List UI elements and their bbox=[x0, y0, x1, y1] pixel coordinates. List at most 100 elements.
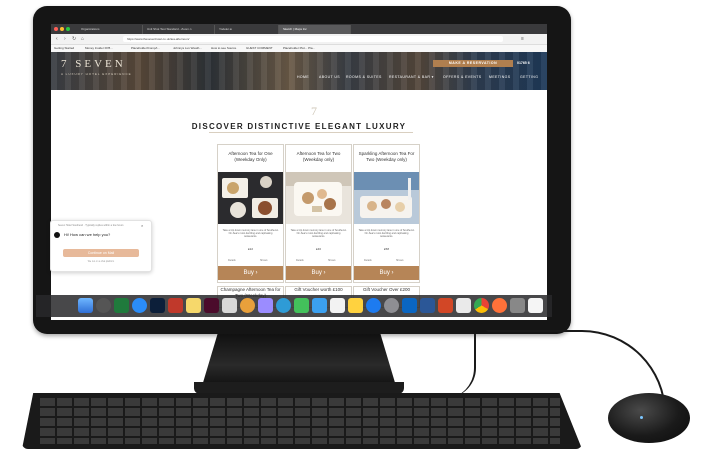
photoshop-icon[interactable] bbox=[150, 298, 165, 313]
card-description: Take a trip down memory lane in one of S… bbox=[290, 229, 347, 239]
menu-icon[interactable]: ≡ bbox=[521, 36, 524, 42]
nav-item-home[interactable]: HOME bbox=[297, 75, 309, 79]
browser-tab[interactable]: Unit Shot Test Standard - Zoom.n bbox=[143, 25, 215, 34]
word-icon[interactable] bbox=[420, 298, 435, 313]
home-icon[interactable]: ⌂ bbox=[81, 36, 84, 42]
buy-button[interactable]: Buy › bbox=[286, 266, 351, 280]
site-logo[interactable]: 7 SEVEN bbox=[61, 58, 126, 70]
make-reservation-button[interactable]: MAKE A RESERVATION bbox=[433, 60, 513, 67]
address-bar: ‹ › ↻ ⌂ https://www.thesevenhotel.co.uk/… bbox=[51, 34, 547, 45]
screen: Organizations Unit Shot Test Standard - … bbox=[51, 24, 547, 320]
keyboard-keys bbox=[40, 398, 560, 444]
product-card: Afternoon Tea for One (Weekday Only) Tak… bbox=[217, 144, 284, 283]
preview-icon[interactable] bbox=[258, 298, 273, 313]
card-description: Take a trip down memory lane in one of S… bbox=[222, 229, 279, 239]
seven-emblem-icon: 7 bbox=[311, 104, 317, 118]
messages-icon[interactable] bbox=[294, 298, 309, 313]
buy-button[interactable]: Buy › bbox=[354, 266, 419, 280]
notes-icon[interactable] bbox=[186, 298, 201, 313]
card-title: Afternoon Tea for One (Weekday Only) bbox=[228, 151, 273, 162]
details-link[interactable]: Details bbox=[296, 259, 304, 262]
card-price: £46 bbox=[315, 247, 321, 251]
card-price: £58 bbox=[383, 247, 389, 251]
photos-icon[interactable] bbox=[240, 298, 255, 313]
product-card: Sparkling Afternoon Tea For Two (Weekday… bbox=[353, 144, 420, 283]
outlook-icon[interactable] bbox=[402, 298, 417, 313]
bookmark-item[interactable]: Placeholder/Comp/t... bbox=[131, 46, 160, 51]
section-title: DISCOVER DISTINCTIVE ELEGANT LUXURY bbox=[191, 122, 407, 131]
help-icon[interactable] bbox=[510, 298, 525, 313]
close-icon[interactable]: × bbox=[141, 223, 143, 228]
textedit-icon[interactable] bbox=[330, 298, 345, 313]
facetime-icon[interactable] bbox=[312, 298, 327, 313]
avatar bbox=[54, 232, 60, 238]
browser-tab-active[interactable]: Sketch | Maps Inc bbox=[279, 25, 351, 34]
forward-icon[interactable]: › bbox=[64, 36, 66, 42]
stickies-icon[interactable] bbox=[348, 298, 363, 313]
finder-icon[interactable] bbox=[78, 298, 93, 313]
browser-tab[interactable]: Yodeler.io bbox=[215, 25, 279, 34]
bookmark-item[interactable]: GUEST COMMENT bbox=[246, 46, 273, 51]
monitor-cable bbox=[438, 334, 476, 398]
details-link[interactable]: Details bbox=[228, 259, 236, 262]
nav-item-meetings[interactable]: MEETINGS bbox=[489, 75, 510, 79]
mouse-sensor-light bbox=[640, 416, 643, 419]
bookmark-item[interactable]: Getting Started bbox=[54, 46, 74, 51]
app-store-icon[interactable] bbox=[366, 298, 381, 313]
nav-item-rooms[interactable]: ROOMS & SUITES bbox=[346, 75, 382, 79]
shows-link[interactable]: Shows bbox=[328, 259, 336, 262]
excel-icon[interactable] bbox=[114, 298, 129, 313]
card-image[interactable] bbox=[354, 172, 419, 224]
firefox-icon[interactable] bbox=[492, 298, 507, 313]
chrome-icon[interactable] bbox=[474, 298, 489, 313]
monitor-stand bbox=[202, 334, 396, 386]
card-description: Take a trip down memory lane in one of S… bbox=[358, 229, 415, 239]
skype-icon[interactable] bbox=[276, 298, 291, 313]
browser-tab-bar: Organizations Unit Shot Test Standard - … bbox=[51, 24, 547, 34]
dock bbox=[36, 295, 552, 317]
bookmark-item[interactable]: How to see Source bbox=[211, 46, 236, 51]
documents-icon[interactable] bbox=[528, 298, 543, 313]
calendar-icon[interactable] bbox=[222, 298, 237, 313]
browser-tab[interactable]: Organizations bbox=[77, 25, 143, 34]
safari-icon[interactable] bbox=[132, 298, 147, 313]
launchpad-icon[interactable] bbox=[96, 298, 111, 313]
title-divider bbox=[209, 132, 413, 133]
nav-item-restaurant[interactable]: RESTAURANT & BAR ▾ bbox=[389, 75, 434, 79]
details-link[interactable]: Details bbox=[364, 259, 372, 262]
card-image[interactable] bbox=[218, 172, 283, 224]
card-title: Sparkling Afternoon Tea For Two (Weekday… bbox=[358, 151, 415, 162]
close-window-icon[interactable] bbox=[54, 27, 58, 31]
back-icon[interactable]: ‹ bbox=[56, 36, 58, 42]
settings-icon[interactable] bbox=[384, 298, 399, 313]
phone-number[interactable]: 01765 6 bbox=[517, 60, 547, 67]
chat-message: Hi! How can we help you? bbox=[64, 232, 111, 237]
site-tagline: A LUXURY HOTEL EXPERIENCE bbox=[61, 72, 132, 76]
nav-item-offers[interactable]: OFFERS & EVENTS bbox=[443, 75, 481, 79]
chat-widget: Seven Hotel Southend · Typically replies… bbox=[50, 220, 152, 272]
buy-button[interactable]: Buy › bbox=[218, 266, 283, 280]
product-card: Afternoon Tea for Two (Weekday only) Tak… bbox=[285, 144, 352, 283]
shows-link[interactable]: Shows bbox=[260, 259, 268, 262]
nav-item-getting[interactable]: GETTING bbox=[520, 75, 538, 79]
indesign-icon[interactable] bbox=[204, 298, 219, 313]
shows-link[interactable]: Shows bbox=[396, 259, 404, 262]
bookmark-item[interactable]: Placeholder Plot... Pla... bbox=[283, 46, 315, 51]
keynote-icon[interactable] bbox=[456, 298, 471, 313]
bookmark-item[interactable]: Money Insider FP8... bbox=[85, 46, 113, 51]
continue-chat-button[interactable]: Continue on Mail bbox=[63, 249, 139, 257]
card-price: £22 bbox=[247, 247, 253, 251]
reload-icon[interactable]: ↻ bbox=[72, 36, 76, 42]
nav-item-about[interactable]: ABOUT US bbox=[319, 75, 340, 79]
card-title: Afternoon Tea for Two (Weekday only) bbox=[296, 151, 341, 162]
maximize-window-icon[interactable] bbox=[66, 27, 70, 31]
monitor-stand-base bbox=[194, 382, 404, 394]
chat-footer: We run on a chat platform bbox=[87, 261, 115, 263]
bookmark-item[interactable]: Johnnys Lux Weath... bbox=[173, 46, 202, 51]
powerpoint-icon[interactable] bbox=[438, 298, 453, 313]
chat-header: Seven Hotel Southend · Typically replies… bbox=[58, 224, 124, 227]
url-input[interactable]: https://www.thesevenhotel.co.uk/tea-afte… bbox=[123, 36, 503, 42]
acrobat-icon[interactable] bbox=[168, 298, 183, 313]
card-image[interactable] bbox=[286, 172, 351, 224]
minimize-window-icon[interactable] bbox=[60, 27, 64, 31]
